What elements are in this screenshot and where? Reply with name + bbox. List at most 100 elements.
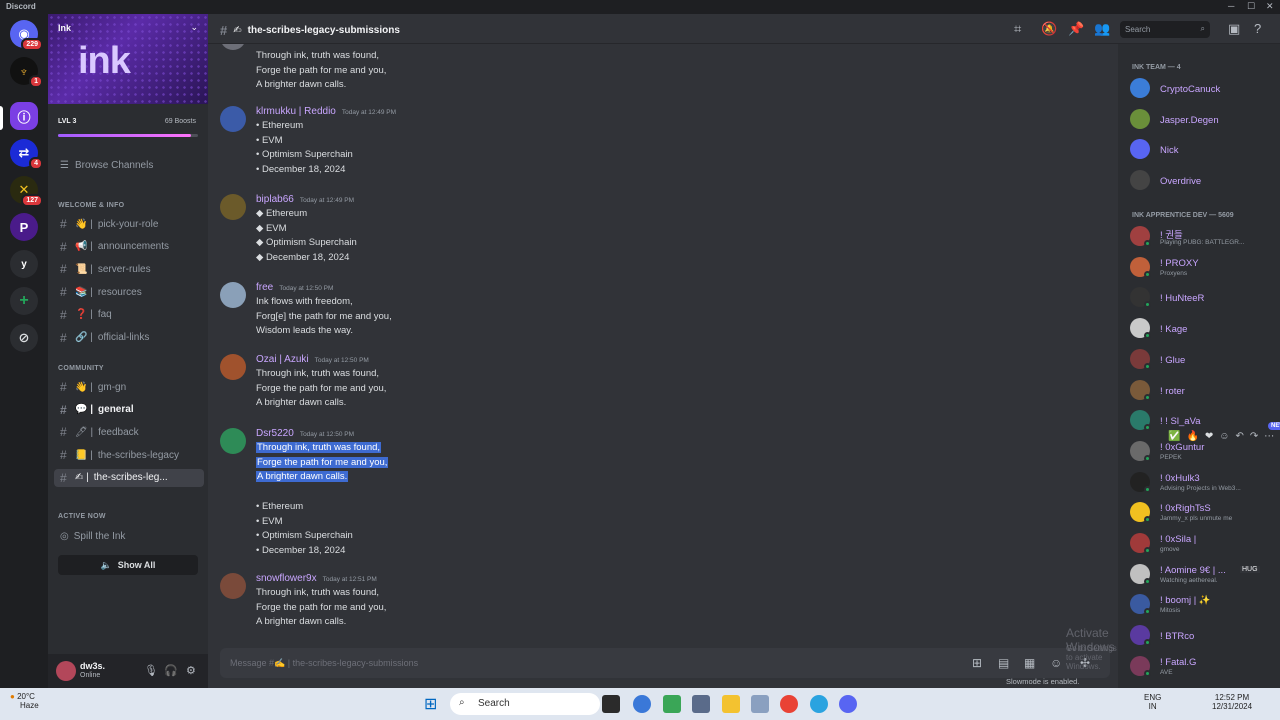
boost-count[interactable]: 69 Boosts xyxy=(165,118,196,125)
sidebar-channel[interactable]: # 📒 | the-scribes-legacy xyxy=(54,446,204,464)
active-channel-spill[interactable]: ◎ Spill the Ink xyxy=(54,527,204,545)
server-icon-ink[interactable]: ⓘ xyxy=(10,102,38,130)
sidebar-channel[interactable]: # 💬 | general xyxy=(54,401,204,419)
member-item[interactable]: ! 0xSila | gmove xyxy=(1130,529,1278,557)
browse-channels[interactable]: ☰ Browse Channels xyxy=(60,160,153,171)
category-welcome[interactable]: WELCOME & INFO xyxy=(58,202,124,209)
avatar[interactable] xyxy=(220,106,246,132)
member-item[interactable]: ! 0xRighTsS Jammy_x pls unmute me xyxy=(1130,498,1278,526)
notifications-icon[interactable]: 🔕 xyxy=(1041,21,1057,37)
sidebar-channel[interactable]: # 👋 | gm-gn xyxy=(54,378,204,396)
author-name[interactable]: klrmukku | Reddio xyxy=(256,106,336,117)
author-name[interactable]: snowflower9x xyxy=(256,573,317,584)
members-icon[interactable]: 👥 xyxy=(1094,21,1110,37)
show-all-button[interactable]: 🔈 Show All xyxy=(58,555,198,575)
chrome-icon[interactable] xyxy=(780,695,798,713)
author-name[interactable]: Dsr5220 xyxy=(256,428,294,439)
author-name[interactable]: Ozai | Azuki xyxy=(256,354,309,365)
file-explorer-icon[interactable] xyxy=(722,695,740,713)
reply-icon[interactable]: ↶ xyxy=(1236,431,1244,442)
member-item[interactable]: ! 권들 Playing PUBG: BATTLEGR... xyxy=(1130,222,1278,250)
avatar[interactable] xyxy=(220,282,246,308)
windows-start-icon[interactable]: ⊞ xyxy=(424,694,437,714)
telegram-icon[interactable] xyxy=(810,695,828,713)
timestamp: Today at 12:50 PM xyxy=(299,431,355,438)
member-item[interactable]: ! 0xHulk3 Advising Projects in Web3... xyxy=(1130,468,1278,496)
author-name[interactable]: free xyxy=(256,282,273,293)
app-icon-green[interactable] xyxy=(663,695,681,713)
gif-icon[interactable]: ▤ xyxy=(998,656,1009,670)
inbox-icon[interactable]: ▣ xyxy=(1228,21,1240,37)
search-input[interactable]: Search ⌕ xyxy=(1120,21,1210,38)
copilot-icon[interactable] xyxy=(633,695,651,713)
sidebar-channel[interactable]: # 📜 | server-rules xyxy=(54,260,204,278)
app-icon-window[interactable] xyxy=(751,695,769,713)
forward-icon[interactable]: ↷ xyxy=(1250,431,1258,442)
sidebar-channel[interactable]: # 📚 | resources xyxy=(54,283,204,301)
server-banner[interactable]: Ink ink ⌄ xyxy=(48,14,208,104)
discord-taskbar-icon[interactable] xyxy=(839,695,857,713)
task-view-icon[interactable] xyxy=(602,695,620,713)
add-server-icon[interactable]: + xyxy=(10,287,38,315)
member-item[interactable]: Overdrive xyxy=(1130,166,1278,194)
category-community[interactable]: COMMUNITY xyxy=(58,365,104,372)
sticker-icon[interactable]: ▦ xyxy=(1024,656,1035,670)
member-item[interactable]: Jasper.Degen xyxy=(1130,105,1278,133)
avatar[interactable] xyxy=(220,428,246,454)
server-icon-y[interactable]: y xyxy=(10,250,38,278)
maximize-icon[interactable]: ☐ xyxy=(1247,1,1255,12)
pin-icon[interactable]: 📌 xyxy=(1068,21,1084,37)
gift-icon[interactable]: ⊞ xyxy=(972,656,982,670)
avatar[interactable] xyxy=(220,354,246,380)
server-icon-x[interactable]: ✕ 127 xyxy=(10,176,43,207)
heart-reaction-icon[interactable]: ❤ xyxy=(1205,431,1213,442)
member-item[interactable]: ! Kage xyxy=(1130,314,1278,342)
member-item[interactable]: ! BTRco xyxy=(1130,621,1278,649)
discord-home-icon[interactable]: ◉ 229 xyxy=(10,20,43,51)
headphones-icon[interactable]: 🎧 xyxy=(164,664,178,677)
member-item[interactable]: CryptoCanuck xyxy=(1130,74,1278,102)
member-item[interactable]: ! PROXY Proxyens xyxy=(1130,253,1278,281)
minimize-icon[interactable]: ─ xyxy=(1228,1,1234,11)
check-reaction-icon[interactable]: ✅ xyxy=(1168,431,1180,442)
member-item[interactable]: ! Aomine 9€ | ... Watching aethereal. xyxy=(1130,560,1278,588)
add-reaction-icon[interactable]: ☺ xyxy=(1219,431,1229,442)
sidebar-channel[interactable]: # 🔗 | official-links xyxy=(54,329,204,347)
sidebar-channel[interactable]: # 🖊 | feedback xyxy=(54,423,204,441)
member-item[interactable]: ! boomj | ✨ Mitosis xyxy=(1130,590,1278,618)
sidebar-channel[interactable]: # ❓ | faq xyxy=(54,306,204,324)
member-item[interactable]: ! ! Sl_aVa xyxy=(1130,406,1278,434)
avatar[interactable] xyxy=(220,573,246,599)
threads-icon[interactable]: ⌗ xyxy=(1014,21,1021,37)
fire-reaction-icon[interactable]: 🔥 xyxy=(1186,431,1198,442)
avatar[interactable] xyxy=(220,194,246,220)
microphone-icon[interactable]: 🎙 xyxy=(144,664,158,677)
taskbar-search[interactable]: ⌕ Search xyxy=(450,693,600,715)
language-indicator[interactable]: ENG IN xyxy=(1144,693,1161,711)
message-line: • EVM xyxy=(256,135,283,146)
discover-icon[interactable]: ⊘ xyxy=(10,324,38,352)
close-icon[interactable]: ✕ xyxy=(1266,1,1274,12)
help-icon[interactable]: ? xyxy=(1254,21,1261,36)
calculator-icon[interactable] xyxy=(692,695,710,713)
emoji-icon[interactable]: ☺ xyxy=(1050,656,1062,670)
member-item[interactable]: ! Fatal.G AVE xyxy=(1130,652,1278,680)
server-icon-p[interactable]: P xyxy=(10,213,38,241)
server-icon-arrows[interactable]: ⇄ 4 xyxy=(10,139,43,170)
author-name[interactable]: biplab66 xyxy=(256,194,294,205)
member-item[interactable]: ! roter xyxy=(1130,376,1278,404)
server-icon-harp[interactable]: ♆ 1 xyxy=(10,57,43,88)
sidebar-channel[interactable]: # 📢 | announcements xyxy=(54,238,204,256)
clock[interactable]: 12:52 PM 12/31/2024 xyxy=(1212,693,1252,711)
sidebar-channel[interactable]: # 👋 | pick-your-role xyxy=(54,215,204,233)
member-item[interactable]: ! HuNteeR xyxy=(1130,283,1278,311)
member-item[interactable]: ! Glue xyxy=(1130,345,1278,373)
member-item[interactable]: Nick xyxy=(1130,135,1278,163)
gear-icon[interactable]: ⚙ xyxy=(186,664,196,677)
sidebar-channel[interactable]: # ✍ | the-scribes-leg... xyxy=(54,468,204,487)
chevron-down-icon[interactable]: ⌄ xyxy=(190,22,198,33)
more-icon[interactable]: ⋯ xyxy=(1264,431,1274,442)
weather-widget[interactable]: ● 20°C Haze xyxy=(10,692,39,710)
avatar[interactable] xyxy=(56,661,76,681)
message-input[interactable]: Message #✍️ | the-scribes-legacy-submiss… xyxy=(220,648,1110,678)
